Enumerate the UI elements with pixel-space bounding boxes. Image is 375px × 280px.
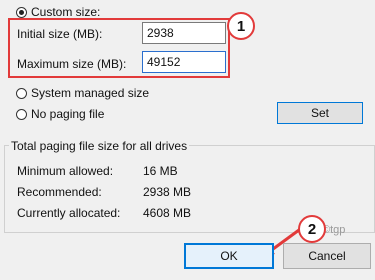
custom-size-radio[interactable]: Custom size: xyxy=(16,5,100,19)
custom-size-label: Custom size: xyxy=(31,5,101,19)
currently-allocated-label: Currently allocated: xyxy=(17,206,121,220)
radio-unselected-icon xyxy=(16,87,27,99)
ok-button[interactable]: OK xyxy=(184,243,274,269)
no-paging-radio[interactable]: No paging file xyxy=(16,107,104,121)
maximum-size-input[interactable]: 49152 xyxy=(142,51,226,73)
radio-unselected-icon xyxy=(16,108,27,120)
system-managed-label: System managed size xyxy=(31,86,150,100)
set-button[interactable]: Set xyxy=(277,102,363,124)
minimum-allowed-label: Minimum allowed: xyxy=(17,164,114,178)
minimum-allowed-value: 16 MB xyxy=(143,164,178,178)
maximum-size-label: Maximum size (MB): xyxy=(17,57,127,71)
system-managed-radio[interactable]: System managed size xyxy=(16,86,149,100)
initial-size-input[interactable]: 2938 xyxy=(142,22,226,44)
recommended-label: Recommended: xyxy=(17,185,102,199)
radio-selected-icon xyxy=(16,6,27,18)
totals-title: Total paging file size for all drives xyxy=(9,139,190,153)
no-paging-label: No paging file xyxy=(31,107,105,121)
recommended-value: 2938 MB xyxy=(143,185,192,199)
initial-size-label: Initial size (MB): xyxy=(17,27,103,41)
currently-allocated-value: 4608 MB xyxy=(143,206,192,220)
step-1-badge: 1 xyxy=(227,12,255,40)
cancel-button[interactable]: Cancel xyxy=(283,243,371,269)
